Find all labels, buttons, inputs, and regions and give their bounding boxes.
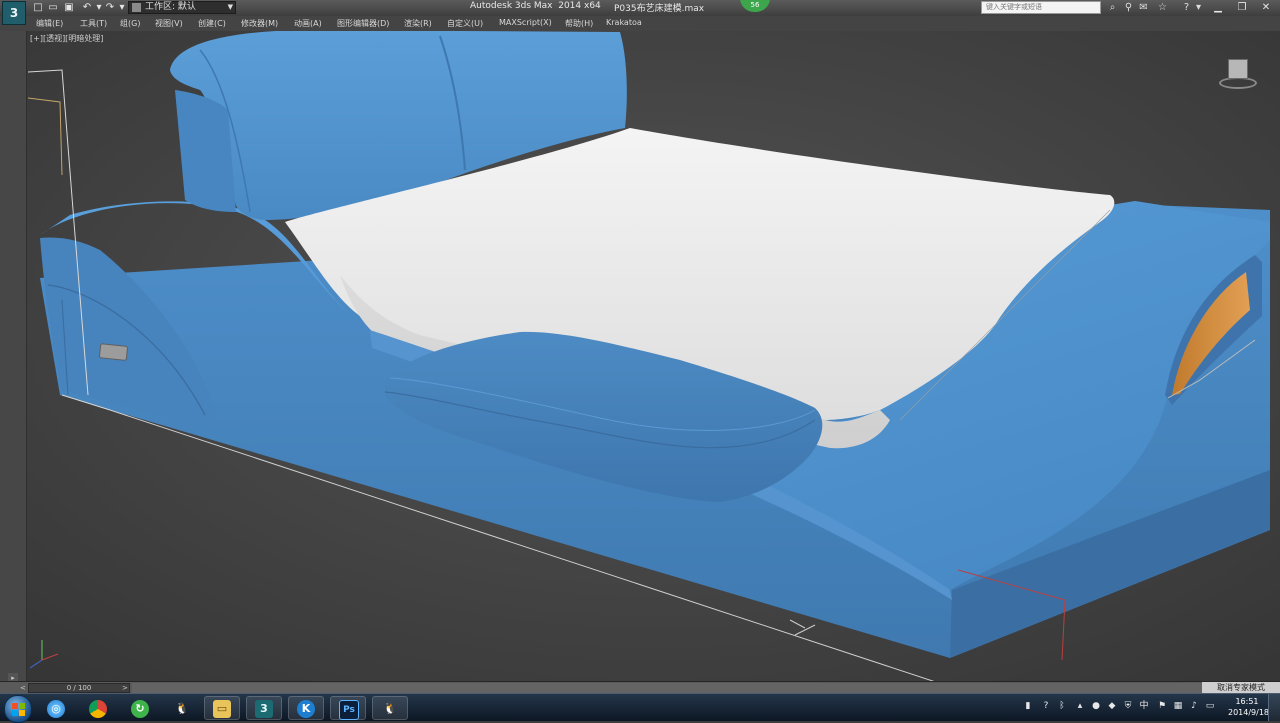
taskbar-app-qq[interactable]: 🐧: [164, 696, 200, 720]
chevron-right-icon[interactable]: >: [122, 683, 130, 693]
qq-chat-icon: 🐧: [383, 702, 397, 715]
menu-help[interactable]: 帮助(H): [565, 18, 593, 29]
photoshop-icon: Ps: [339, 700, 359, 720]
flag-icon[interactable]: ⚑: [1156, 700, 1168, 712]
title-bar: □ ▭ ▣ ↶ ▾ ↷ ▾ 工作区: 默认 ▼ Autodesk 3ds Max…: [0, 0, 1280, 16]
clock-time: 16:51: [1235, 697, 1259, 706]
drawer-handle: [99, 343, 128, 361]
chrome-icon: [89, 700, 107, 718]
menu-group[interactable]: 组(G): [120, 18, 140, 29]
360-browser-icon: ◎: [47, 700, 65, 718]
start-button[interactable]: [4, 695, 32, 723]
app-title: Autodesk 3ds Max 2014 x64: [470, 1, 601, 11]
taskbar: ◎ ↻ 🐧 ▭ 3 K Ps 🐧 ▮ ? ᛒ ▴ ● ◆ ⛨ 中 ⚑ ▦ ♪ ▭…: [0, 693, 1280, 723]
scene-render: [27, 31, 1280, 681]
viewcube-icon[interactable]: [1217, 57, 1261, 91]
menu-edit[interactable]: 编辑(E): [36, 18, 63, 29]
network-icon[interactable]: ▦: [1172, 700, 1184, 712]
taskbar-app-360[interactable]: ◎: [38, 696, 74, 720]
battery-icon[interactable]: ▮: [1022, 700, 1034, 712]
open-file-icon[interactable]: ▭: [47, 2, 59, 14]
chevron-down-icon: ▼: [227, 3, 233, 11]
volume-icon[interactable]: ♪: [1188, 700, 1200, 712]
viewport-label[interactable]: [+][透视][明暗处理]: [30, 33, 103, 44]
shield-icon[interactable]: ⛨: [1122, 700, 1134, 712]
chevron-left-icon[interactable]: <: [20, 683, 28, 693]
communication-icon[interactable]: ✉: [1137, 2, 1150, 14]
hold-icon[interactable]: ▾: [116, 2, 128, 14]
binoculars-icon[interactable]: ⌕: [1106, 2, 1119, 14]
workspace-label: 工作区: 默认: [145, 2, 196, 12]
k-app-icon: K: [297, 700, 315, 718]
app-logo-icon[interactable]: 3: [2, 1, 26, 25]
3dsmax-icon: 3: [255, 700, 273, 718]
clock-date: 2014/9/18: [1228, 708, 1270, 717]
taskbar-app-explorer[interactable]: ▭: [204, 696, 240, 720]
folder-icon: ▭: [213, 700, 231, 718]
menu-animation[interactable]: 动画(A): [294, 18, 322, 29]
search-input[interactable]: 键入关键字或短语: [981, 1, 1101, 14]
performance-badge: 56: [740, 0, 770, 12]
subscription-icon[interactable]: ⚲: [1122, 2, 1135, 14]
close-icon[interactable]: ✕: [1254, 0, 1278, 15]
redo-icon[interactable]: ↷: [104, 2, 116, 14]
refresh-app-icon: ↻: [131, 700, 149, 718]
workspace-icon: [132, 3, 141, 12]
restore-icon[interactable]: ❐: [1230, 0, 1254, 15]
taskbar-app-k[interactable]: K: [288, 696, 324, 720]
menu-bar: 编辑(E) 工具(T) 组(G) 视图(V) 创建(C) 修改器(M) 动画(A…: [0, 16, 1280, 32]
help-tray-icon[interactable]: ?: [1040, 700, 1052, 712]
menu-rendering[interactable]: 渲染(R): [404, 18, 432, 29]
menu-graph-editors[interactable]: 图形编辑器(D): [337, 18, 389, 29]
minimize-icon[interactable]: ▁: [1206, 0, 1230, 15]
taskbar-app-3dsmax[interactable]: 3: [246, 696, 282, 720]
menu-krakatoa[interactable]: Krakatoa: [606, 18, 642, 27]
frame-counter[interactable]: 0 / 100: [28, 683, 130, 693]
menu-create[interactable]: 创建(C): [198, 18, 226, 29]
system-clock[interactable]: 16:51 2014/9/18: [1228, 696, 1270, 718]
display-icon[interactable]: ▭: [1204, 700, 1216, 712]
ime-icon[interactable]: 中: [1138, 700, 1150, 712]
menu-views[interactable]: 视图(V): [155, 18, 183, 29]
show-desktop-button[interactable]: [1268, 694, 1280, 721]
qq-tray-icon[interactable]: ●: [1090, 700, 1102, 712]
menu-maxscript[interactable]: MAXScript(X): [499, 18, 552, 27]
antivirus-icon[interactable]: ◆: [1106, 700, 1118, 712]
perspective-viewport[interactable]: [+][透视][明暗处理]: [27, 31, 1280, 681]
qq-icon: 🐧: [175, 702, 189, 715]
menu-tools[interactable]: 工具(T): [80, 18, 107, 29]
windows-logo-icon: [12, 703, 25, 716]
timeline-track[interactable]: [132, 683, 1202, 693]
undo-icon[interactable]: ↶: [81, 2, 93, 14]
taskbar-app-chrome[interactable]: [80, 696, 116, 720]
workspace-dropdown[interactable]: 工作区: 默认 ▼: [128, 1, 236, 14]
menu-customize[interactable]: 自定义(U): [447, 18, 483, 29]
menu-modifiers[interactable]: 修改器(M): [241, 18, 278, 29]
new-file-icon[interactable]: □: [32, 2, 44, 14]
bluetooth-icon[interactable]: ᛒ: [1056, 700, 1068, 712]
favorites-icon[interactable]: ☆: [1156, 2, 1169, 14]
file-title: P035布艺床建模.max: [614, 4, 705, 14]
taskbar-app-photoshop[interactable]: Ps: [330, 696, 366, 720]
show-hidden-icon[interactable]: ▴: [1074, 700, 1086, 712]
save-icon[interactable]: ▣: [63, 2, 75, 14]
left-toolbar-strip: ▸: [0, 31, 27, 713]
help-dropdown-icon[interactable]: ▾: [1192, 2, 1205, 14]
taskbar-app-green[interactable]: ↻: [122, 696, 158, 720]
taskbar-app-qq-chat[interactable]: 🐧: [372, 696, 408, 720]
